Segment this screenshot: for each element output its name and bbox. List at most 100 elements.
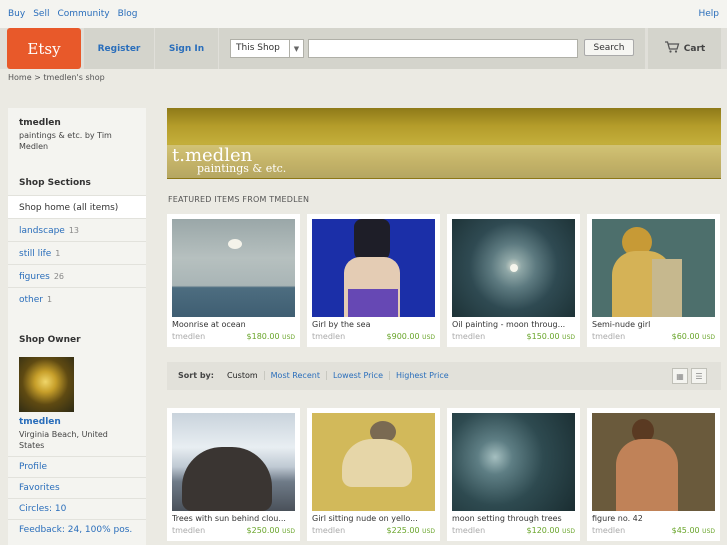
item-price: $225.00 USD	[387, 526, 435, 535]
section-still-life[interactable]: still life 1	[8, 241, 146, 264]
cart-icon	[664, 41, 680, 56]
search-bar: This Shop ▼ Search	[219, 28, 645, 69]
listing-item[interactable]: Trees with sun behind clou... tmedlen $2…	[167, 408, 300, 541]
listing-item[interactable]: figure no. 42 tmedlen $45.00 USD	[587, 408, 720, 541]
item-image[interactable]	[452, 413, 575, 511]
section-label: other	[19, 295, 43, 305]
search-button[interactable]: Search	[584, 39, 634, 56]
register-button[interactable]: Register	[84, 28, 154, 69]
nav-community-link[interactable]: Community	[57, 9, 109, 19]
item-title[interactable]: Trees with sun behind clou...	[172, 514, 295, 523]
item-seller[interactable]: tmedlen	[592, 526, 625, 535]
item-seller[interactable]: tmedlen	[452, 332, 485, 341]
section-figures[interactable]: figures 26	[8, 264, 146, 287]
chevron-down-icon: ▼	[289, 40, 303, 57]
featured-item[interactable]: Moonrise at ocean tmedlen $180.00 USD	[167, 214, 300, 347]
price-currency: USD	[422, 528, 435, 535]
owner-profile-link[interactable]: Profile	[8, 456, 146, 477]
item-seller[interactable]: tmedlen	[592, 332, 625, 341]
shop-description: paintings & etc. by Tim Medlen	[19, 131, 112, 151]
banner-subtitle: paintings & etc.	[197, 162, 287, 175]
price-currency: USD	[282, 528, 295, 535]
etsy-logo[interactable]: Etsy	[7, 28, 81, 69]
featured-heading: FEATURED ITEMS FROM TMEDLEN	[168, 195, 310, 204]
item-title[interactable]: Moonrise at ocean	[172, 320, 295, 329]
item-seller[interactable]: tmedlen	[312, 526, 345, 535]
price-currency: USD	[702, 528, 715, 535]
item-title[interactable]: figure no. 42	[592, 514, 715, 523]
listing-item[interactable]: Girl sitting nude on yello... tmedlen $2…	[307, 408, 440, 541]
list-view-icon[interactable]: ☰	[691, 368, 707, 384]
sort-label: Sort by:	[178, 371, 214, 380]
nav-blog-link[interactable]: Blog	[118, 9, 138, 19]
item-seller[interactable]: tmedlen	[312, 332, 345, 341]
item-title[interactable]: Oil painting - moon throug...	[452, 320, 575, 329]
grid-view-icon[interactable]: ▦	[672, 368, 688, 384]
search-scope-value: This Shop	[236, 43, 280, 53]
price-value: $180.00	[246, 332, 280, 341]
owner-location: Virginia Beach, United States	[19, 430, 108, 450]
sort-most-recent[interactable]: Most Recent	[263, 371, 326, 380]
breadcrumb[interactable]: Home > tmedlen's shop	[8, 73, 105, 82]
item-image[interactable]	[172, 219, 295, 317]
section-label: still life	[19, 249, 52, 259]
item-price: $60.00 USD	[672, 332, 715, 341]
item-image[interactable]	[312, 413, 435, 511]
search-input[interactable]	[308, 39, 578, 58]
item-image[interactable]	[172, 413, 295, 511]
item-image[interactable]	[312, 219, 435, 317]
listing-item[interactable]: moon setting through trees tmedlen $120.…	[447, 408, 580, 541]
item-price: $180.00 USD	[247, 332, 295, 341]
shop-name[interactable]: tmedlen	[19, 118, 61, 128]
nav-sell-link[interactable]: Sell	[33, 9, 49, 19]
price-currency: USD	[562, 334, 575, 341]
item-price: $45.00 USD	[672, 526, 715, 535]
item-seller[interactable]: tmedlen	[172, 332, 205, 341]
cart-label: Cart	[683, 43, 706, 54]
price-currency: USD	[562, 528, 575, 535]
sort-lowest-price[interactable]: Lowest Price	[325, 371, 389, 380]
item-image[interactable]	[452, 219, 575, 317]
section-other[interactable]: other 1	[8, 287, 146, 310]
cart-button[interactable]: Cart	[648, 28, 721, 69]
section-label: figures	[19, 272, 50, 282]
sort-custom[interactable]: Custom	[221, 371, 264, 380]
section-shop-home[interactable]: Shop home (all items)	[8, 195, 146, 218]
owner-circles-link[interactable]: Circles: 10	[8, 498, 146, 519]
section-landscape[interactable]: landscape 13	[8, 218, 146, 241]
section-label: landscape	[19, 226, 65, 236]
price-value: $45.00	[671, 526, 700, 535]
featured-item[interactable]: Oil painting - moon throug... tmedlen $1…	[447, 214, 580, 347]
item-title[interactable]: moon setting through trees	[452, 514, 575, 523]
owner-favorites-link[interactable]: Favorites	[8, 477, 146, 498]
sign-in-button[interactable]: Sign In	[155, 28, 218, 69]
item-title[interactable]: Semi-nude girl	[592, 320, 715, 329]
item-seller[interactable]: tmedlen	[172, 526, 205, 535]
item-price: $150.00 USD	[527, 332, 575, 341]
item-title[interactable]: Girl sitting nude on yello...	[312, 514, 435, 523]
owner-name[interactable]: tmedlen	[19, 417, 61, 427]
price-value: $60.00	[671, 332, 700, 341]
item-price: $250.00 USD	[247, 526, 295, 535]
featured-item[interactable]: Girl by the sea tmedlen $900.00 USD	[307, 214, 440, 347]
price-value: $150.00	[526, 332, 560, 341]
price-value: $120.00	[526, 526, 560, 535]
help-link[interactable]: Help	[698, 9, 719, 19]
featured-item[interactable]: Semi-nude girl tmedlen $60.00 USD	[587, 214, 720, 347]
search-scope-select[interactable]: This Shop ▼	[230, 39, 304, 58]
item-image[interactable]	[592, 219, 715, 317]
item-price: $900.00 USD	[387, 332, 435, 341]
item-seller[interactable]: tmedlen	[452, 526, 485, 535]
price-currency: USD	[422, 334, 435, 341]
sort-highest-price[interactable]: Highest Price	[389, 371, 455, 380]
owner-avatar[interactable]	[19, 357, 74, 412]
nav-buy-link[interactable]: Buy	[8, 9, 25, 19]
section-count: 26	[53, 272, 65, 281]
item-image[interactable]	[592, 413, 715, 511]
price-currency: USD	[282, 334, 295, 341]
section-label: Shop home (all items)	[19, 203, 119, 213]
item-title[interactable]: Girl by the sea	[312, 320, 435, 329]
owner-feedback-link[interactable]: Feedback: 24, 100% pos.	[8, 519, 146, 540]
section-count: 1	[46, 295, 53, 304]
price-value: $250.00	[246, 526, 280, 535]
